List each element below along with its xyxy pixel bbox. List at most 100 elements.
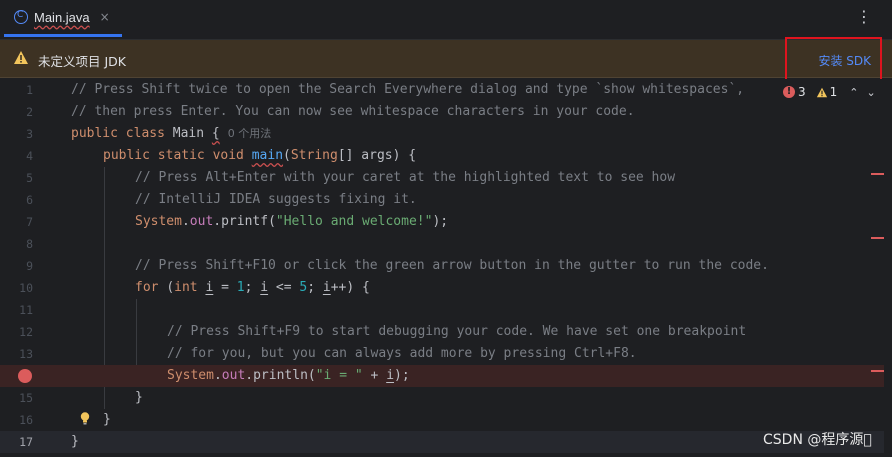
code-text: public class Main {0 个用法 — [71, 123, 271, 145]
op: = — [213, 280, 237, 295]
line-number: 10 — [19, 281, 33, 295]
line-number: 1 — [26, 83, 33, 97]
error-stripe-mark[interactable] — [871, 173, 884, 175]
usages-hint[interactable]: 0 个用法 — [228, 127, 272, 140]
code-text: // Press Shift twice to open the Search … — [71, 82, 745, 97]
warning-icon — [816, 87, 827, 97]
code-text: // for you, but you can always add more … — [167, 346, 637, 361]
code-line: 10 for (int i = 1; i <= 5; i++) { — [0, 277, 884, 299]
semi: ; — [307, 280, 323, 295]
error-stripe-mark[interactable] — [871, 370, 884, 372]
error-count: 3 — [798, 85, 806, 99]
code-editor[interactable]: 1 // Press Shift twice to open the Searc… — [0, 79, 892, 457]
loop-var: i — [260, 280, 269, 295]
code-text: } — [71, 434, 79, 449]
code-text: // then press Enter. You can now see whi… — [71, 104, 635, 119]
code-line: 12 // Press Shift+F9 to start debugging … — [0, 321, 884, 343]
code-text: // Press Alt+Enter with your caret at th… — [135, 170, 676, 185]
code-line: 15 } — [0, 387, 884, 409]
field: out — [221, 368, 246, 383]
tail: ++) { — [330, 280, 370, 295]
inspection-widget[interactable]: ! 3 1 ⌃ ⌄ — [783, 84, 876, 100]
string-literal: "i = " — [315, 368, 363, 383]
jdk-warning-banner: 未定义项目 JDK 安装 SDK — [0, 40, 892, 78]
code-text: for (int i = 1; i <= 5; i++) { — [135, 277, 370, 299]
number: 1 — [236, 280, 245, 295]
code-line: 3 public class Main {0 个用法 — [0, 123, 884, 145]
dot: . — [181, 214, 190, 229]
keyword: int — [174, 280, 206, 295]
line-number: 5 — [26, 171, 33, 185]
line-number: 3 — [26, 127, 33, 141]
class-ref: System — [135, 214, 182, 229]
code-text: } — [103, 412, 111, 427]
code-text: public static void main(String[] args) { — [103, 145, 416, 167]
code-line: 6 // IntelliJ IDEA suggests fixing it. — [0, 189, 884, 211]
line-number: 4 — [26, 149, 33, 163]
brace: { — [211, 126, 220, 141]
warning-icon — [14, 51, 28, 64]
keyword: public static void — [103, 148, 252, 163]
dot: . — [213, 368, 222, 383]
close-icon[interactable]: × — [100, 10, 110, 24]
class-ref: System — [167, 368, 214, 383]
code-line-current: 17 } — [0, 431, 884, 453]
call: .printf( — [213, 214, 276, 229]
method-name: main — [251, 148, 284, 163]
keyword: public class — [71, 126, 173, 141]
op: <= — [268, 280, 300, 295]
code-line: 11 — [0, 299, 884, 321]
code-line: 1 // Press Shift twice to open the Searc… — [0, 79, 884, 101]
semi: ; — [244, 280, 261, 295]
loop-var: i — [322, 280, 331, 295]
code-text: // IntelliJ IDEA suggests fixing it. — [135, 192, 417, 207]
end: ); — [394, 368, 410, 383]
call: .println( — [245, 368, 316, 383]
error-stripe-mark[interactable] — [871, 237, 884, 239]
annotation-highlight-box — [785, 37, 882, 81]
paren: ( — [283, 148, 291, 163]
string-literal: "Hello and welcome!" — [275, 214, 433, 229]
code-line: 4 public static void main(String[] args)… — [0, 145, 884, 167]
loop-var: i — [386, 368, 395, 383]
line-number: 11 — [19, 303, 33, 317]
class-name: Main — [172, 126, 212, 141]
line-number: 16 — [19, 413, 33, 427]
chevron-down-icon[interactable]: ⌄ — [867, 86, 876, 99]
line-number: 6 — [26, 193, 33, 207]
params: [] args) { — [337, 148, 417, 163]
chevron-up-icon[interactable]: ⌃ — [849, 86, 858, 99]
breakpoint-icon[interactable] — [18, 369, 32, 383]
line-number: 9 — [26, 259, 33, 273]
keyword: for — [135, 280, 167, 295]
more-options-icon[interactable]: ⋮ — [856, 9, 872, 25]
class-c-icon — [14, 10, 28, 24]
line-number: 15 — [19, 391, 33, 405]
code-line: 13 // for you, but you can always add mo… — [0, 343, 884, 365]
line-number: 7 — [26, 215, 33, 229]
op: + — [362, 368, 387, 383]
code-line-breakpoint: System.out.println("i = " + i); — [0, 365, 884, 387]
tab-label: Main.java — [34, 9, 90, 25]
code-line: 7 System.out.printf("Hello and welcome!"… — [0, 211, 884, 233]
tab-main-java[interactable]: Main.java × — [4, 0, 122, 37]
line-number: 12 — [19, 325, 33, 339]
code-line: 9 // Press Shift+F10 or click the green … — [0, 255, 884, 277]
lightbulb-icon[interactable] — [80, 412, 90, 425]
code-text: } — [135, 390, 143, 405]
end: ); — [432, 214, 449, 229]
banner-message: 未定义项目 JDK — [38, 54, 126, 69]
line-number: 13 — [19, 347, 33, 361]
code-text: // Press Shift+F9 to start debugging you… — [167, 324, 747, 339]
paren: ( — [166, 280, 175, 295]
field: out — [189, 214, 214, 229]
editor-tab-bar: Main.java × ⋮ — [0, 0, 892, 40]
code-line: 8 — [0, 233, 884, 255]
code-text: System.out.printf("Hello and welcome!"); — [135, 211, 448, 233]
line-number: 2 — [26, 105, 33, 119]
code-line: 5 // Press Alt+Enter with your caret at … — [0, 167, 884, 189]
line-number: 8 — [26, 237, 33, 251]
error-icon: ! — [783, 86, 795, 98]
warning-count: 1 — [829, 85, 838, 99]
line-number: 17 — [19, 435, 33, 449]
